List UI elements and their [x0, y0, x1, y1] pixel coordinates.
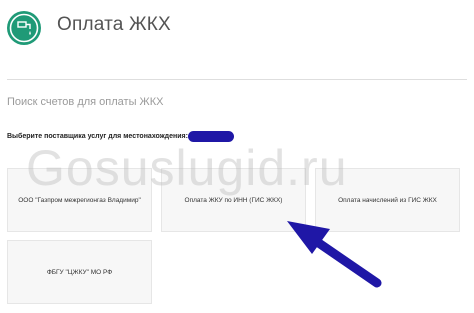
annotation-arrow-icon — [287, 221, 382, 288]
